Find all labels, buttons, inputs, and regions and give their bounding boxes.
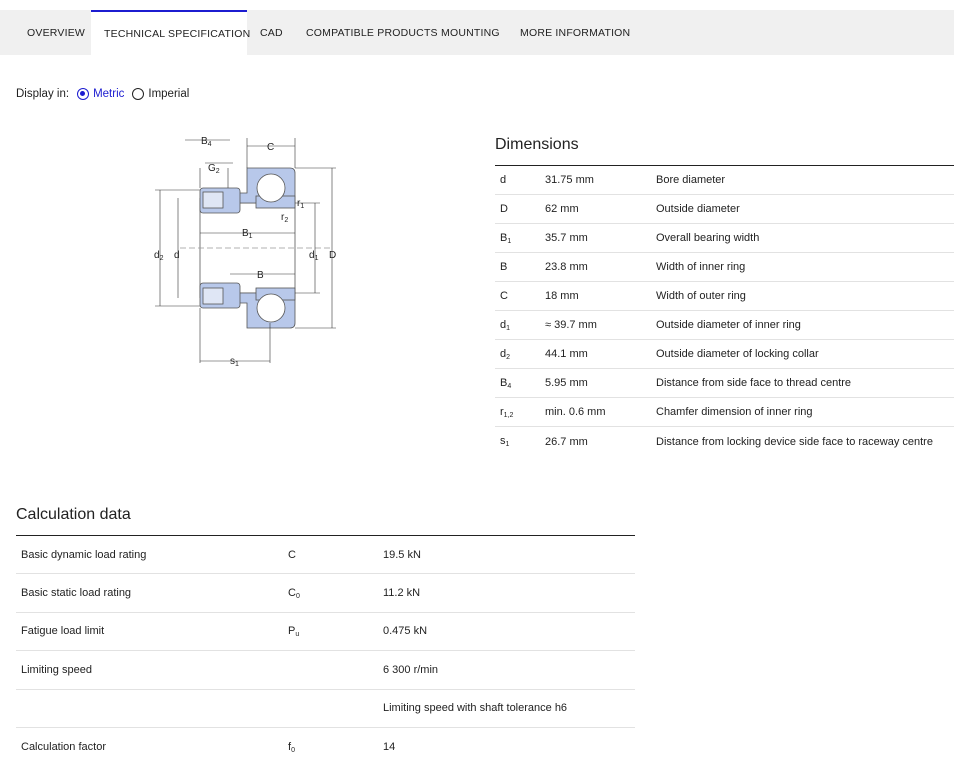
dimension-description: Outside diameter [656,203,740,215]
calculation-name: Basic dynamic load rating [21,548,147,561]
calculation-value: 6 300 r/min [383,663,439,676]
dimension-symbol: B [500,261,508,273]
tab-bar: OVERVIEW TECHNICAL SPECIFICATION CAD COM… [0,10,954,55]
unit-toggle: Display in: Metric Imperial [16,86,189,102]
dimension-symbol: d1 [500,318,511,332]
dimension-value: 35.7 mm [545,232,588,244]
dimension-value: 5.95 mm [545,377,588,389]
dimension-symbol: C [500,290,508,302]
label-c: C [267,142,274,153]
tab-mounting[interactable]: MOUNTING [435,10,514,55]
dimension-value: 26.7 mm [545,435,588,448]
calculation-name: Basic static load rating [21,587,132,600]
dimensions-table: d 31.75 mm Bore diameter D 62 mm Outside diam… [495,165,954,456]
dimension-value: 23.8 mm [545,261,588,273]
calculation-title: Calculation data [16,506,131,523]
tab-more-information[interactable]: MORE INFORMATION [514,10,634,55]
calculation-symbol: C [288,548,296,561]
tab-technical-specification[interactable]: TECHNICAL SPECIFICATION [91,10,250,55]
dimension-description: Overall bearing width [656,232,760,244]
dimension-description: Distance from side face to thread centre [656,377,852,389]
calculation-value: Limiting speed with shaft tolerance h6 [383,702,568,715]
dimension-row: s1 26.7 mm Distance from locking device si… [495,427,954,456]
dimension-row: B 23.8 mm Width of inner ring [495,253,954,282]
label-b4: B4 [201,136,212,148]
label-r1: r1 [297,198,304,210]
tab-cad[interactable]: CAD [247,10,294,55]
metric-radio[interactable] [77,88,90,100]
dimension-value: 62 mm [545,203,579,215]
dimension-description: Bore diameter [656,174,726,186]
dimension-row: D 62 mm Outside diameter [495,195,954,224]
label-d2: d2 [154,250,164,262]
dimension-description: Outside diameter of inner ring [656,319,801,331]
label-g2: G2 [208,163,220,175]
calculation-value: 0.475 kN [383,625,428,638]
calculation-row: Calculation factor f0 14 [16,728,635,766]
dimensions-title: Dimensions [495,136,579,153]
bearing-drawing: B4 G2 C r1 r2 B1 B d2 d d1 D s1 [154,136,336,368]
calculation-section: Calculation data Basic dynamic load rati… [16,505,635,766]
calculation-table: Basic dynamic load rating C 19.5 kN Basic s… [16,535,635,766]
dimension-symbol: d2 [500,347,511,361]
dimension-description: Chamfer dimension of inner ring [656,406,813,418]
calculation-row: Fatigue load limit Pu 0.475 kN [16,613,635,652]
display-in-label: Display in: [16,88,70,100]
label-d: d [174,250,180,261]
label-b1: B1 [242,228,253,240]
dimension-row: B1 35.7 mm Overall bearing width [495,224,954,253]
dimension-row: r1,2 min. 0.6 mm Chamfer dimension of inne… [495,398,954,427]
calculation-name: Limiting speed [21,663,92,676]
label-b: B [257,270,264,281]
calculation-row: Limiting speed with shaft tolerance h6 [16,690,635,728]
calculation-row: Limiting speed 6 300 r/min [16,651,635,690]
dimension-description: Outside diameter of locking collar [656,348,819,360]
imperial-radio[interactable] [132,88,145,100]
dimension-value: 31.75 mm [545,174,594,186]
dimension-symbol: s1 [500,435,510,448]
dimension-symbol: D [500,203,508,215]
calculation-symbol: Pu [288,624,300,638]
dimensions-section: Dimensions d 31.75 mm Bore diameter D 62 mm O… [495,135,954,456]
tab-compatible-products[interactable]: COMPATIBLE PRODUCTS [294,10,438,55]
label-d1: d1 [309,250,319,262]
calculation-row: Basic dynamic load rating C 19.5 kN [16,536,635,575]
label-s1: s1 [230,356,239,368]
dimension-symbol: B4 [500,376,512,390]
imperial-radio-label[interactable]: Imperial [148,88,189,100]
dimension-value: 44.1 mm [545,348,588,360]
label-outer-d: D [329,250,336,261]
calculation-name: Calculation factor [21,741,106,754]
calculation-value: 19.5 kN [383,548,421,561]
calculation-symbol: C0 [288,586,300,600]
dimension-symbol: B1 [500,231,512,245]
tab-overview[interactable]: OVERVIEW [0,10,91,55]
dimension-row: d 31.75 mm Bore diameter [495,166,954,195]
metric-radio-label[interactable]: Metric [93,88,124,100]
dimension-description: Distance from locking device side face t… [656,435,933,448]
dimension-row: d2 44.1 mm Outside diameter of locking col… [495,340,954,369]
dimension-row: B4 5.95 mm Distance from side face to thre… [495,369,954,398]
calculation-symbol: f0 [288,740,295,754]
dimension-symbol: r1,2 [500,405,514,419]
dimension-description: Width of inner ring [656,261,746,273]
calculation-value: 11.2 kN [383,587,421,600]
dimension-row: C 18 mm Width of outer ring [495,282,954,311]
dimension-symbol: d [500,174,507,186]
label-r2: r2 [281,212,288,224]
calculation-row: Basic static load rating C0 11.2 kN [16,574,635,613]
dimension-value: 18 mm [545,290,579,302]
calculation-value: 14 [383,741,396,754]
calculation-name: Fatigue load limit [21,625,105,638]
dimension-value: min. 0.6 mm [545,406,606,418]
dimension-value: ≈ 39.7 mm [545,319,597,331]
dimension-row: d1 ≈ 39.7 mm Outside diameter of inner rin… [495,311,954,340]
dimension-description: Width of outer ring [656,290,746,302]
